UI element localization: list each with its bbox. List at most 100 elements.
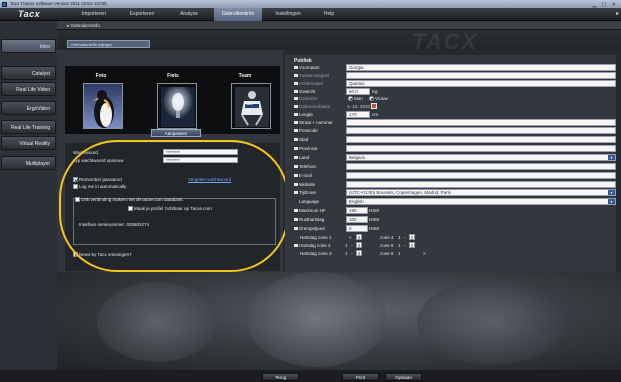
hr-zone-row2-label: Hartslag zone 2 (294, 243, 331, 248)
print-button[interactable]: Print (342, 373, 379, 381)
province-input[interactable] (346, 145, 616, 152)
website-input[interactable] (346, 181, 616, 188)
menu-instellingen[interactable]: Instellingen (266, 8, 310, 21)
tacxe-sync-checkbox[interactable] (75, 197, 80, 202)
profile-image-strip: Foto Fiets Team Tacx (65, 66, 280, 134)
threshold-input[interactable]: 0 (346, 225, 368, 232)
remember-password-checkbox[interactable] (73, 177, 78, 182)
zone3-from: 1 (345, 251, 348, 256)
gender-female-radio[interactable] (369, 96, 374, 101)
street-input[interactable] (346, 119, 616, 126)
zone6-suffix: > (423, 251, 426, 256)
last-name-input[interactable]: Quintus (346, 80, 616, 87)
gender-male-radio[interactable] (348, 96, 353, 101)
auto-login-label: Log me in automatically (79, 184, 127, 189)
interface-serial-text: Interface serienummer: 020602274 (79, 222, 150, 227)
sidebar-item-catalyst[interactable]: Catalyst (1, 66, 56, 80)
middle-name-input[interactable] (346, 72, 616, 79)
gender-male-label: Man (354, 96, 363, 101)
chevron-down-icon: ▾ (608, 155, 615, 160)
sidebar-item-intro[interactable]: Intro (1, 39, 56, 53)
team-image[interactable]: Tacx (231, 83, 271, 129)
password-input[interactable]: ******** (163, 149, 238, 155)
app-icon (2, 1, 7, 7)
back-button[interactable]: Terug (262, 373, 299, 381)
zone5-dash: - (404, 243, 406, 248)
sidebar-item-multiplayer[interactable]: Multiplayer (1, 156, 56, 170)
sidebar-item-real-life-training[interactable]: Real Life Training (1, 120, 56, 134)
zone4-to-value[interactable]: 0 (409, 234, 415, 240)
birthdate-value[interactable]: 1- 12- 2010 (347, 104, 370, 109)
window-titlebar: Tacx Trainer software Version 2011 (2010… (0, 0, 621, 8)
gender-female-label: Vrouw (375, 96, 388, 101)
max-hr-input[interactable]: 190 (346, 207, 368, 214)
height-input[interactable]: 170 (346, 111, 370, 118)
threshold-unit: HSM (369, 226, 379, 231)
birthdate-label-text: Geboortedatum (299, 104, 331, 109)
zone5-to-value[interactable]: 0 (409, 242, 415, 248)
weight-label-text: Gewicht (299, 89, 316, 94)
email-input[interactable] (346, 172, 616, 179)
window-title: Tacx Trainer software Version 2011 (2010… (10, 1, 107, 6)
zone3-to-value[interactable]: 0 (356, 250, 362, 256)
sidebar: Intro Catalyst Real Life Video ErgoVideo… (0, 21, 57, 382)
menu-exporteren[interactable]: Exporteren (120, 8, 164, 21)
postal-input[interactable] (346, 127, 616, 134)
team-heading: Team (238, 73, 252, 79)
timezone-select-value: (UTC+01:00) Brussels, Copenhagen, Madrid… (349, 190, 451, 195)
menu-help[interactable]: Help (314, 8, 344, 21)
save-button[interactable]: Opslaan (385, 373, 422, 381)
zone3-dash: - (351, 251, 353, 256)
calendar-icon[interactable] (371, 103, 377, 109)
sidebar-item-virtual-reality[interactable]: Virtual Reality (1, 136, 56, 150)
menu-importeren[interactable]: Importeren (73, 8, 115, 21)
threshold-label: Drempelpunt (294, 226, 325, 231)
public-profile-checkbox[interactable] (128, 206, 133, 211)
profile-photo[interactable] (83, 83, 123, 129)
menu-analyse[interactable]: Analyse (168, 8, 210, 21)
tacx-logo: Tacx (18, 9, 41, 19)
repeat-password-input[interactable]: ******** (163, 157, 238, 163)
phone-label-text: Telefoon (299, 164, 317, 169)
sidebar-item-real-life-video[interactable]: Real Life Video (1, 82, 56, 96)
hr-zone-row3-label: Hartslag zone 3 (300, 251, 332, 256)
newsletter-label: News by Tacx ontvangen? (79, 252, 132, 257)
zone4-dash: - (404, 235, 406, 240)
timezone-label-text: Tijdzone (299, 190, 316, 195)
team-badge-text: Tacx (245, 102, 253, 106)
zone4-label: zone 4 (380, 235, 394, 240)
city-input[interactable] (346, 136, 616, 143)
first-name-input[interactable]: Giorgia (346, 64, 616, 71)
bike-heading: Fiets (167, 73, 179, 79)
zone6-from: 1 (398, 251, 401, 256)
bike-image[interactable] (157, 83, 197, 129)
change-image-button[interactable]: Aanpassen (151, 129, 201, 137)
timezone-select[interactable]: (UTC+01:00) Brussels, Copenhagen, Madrid… (346, 189, 616, 196)
sidebar-item-ergovideo[interactable]: ErgoVideo (1, 101, 56, 115)
auto-login-checkbox[interactable] (73, 184, 78, 189)
rest-hr-input[interactable]: 100 (346, 216, 368, 223)
language-select-value: English (349, 199, 364, 204)
zone4-from: 1 (398, 235, 401, 240)
breadcrumb-bar: ▸ Gebruikersinfo (57, 21, 621, 30)
background-watermark-logo: TACX (412, 29, 479, 54)
exit-icon[interactable]: ▸ (616, 10, 619, 17)
phone-input[interactable] (346, 163, 616, 170)
weight-input[interactable]: 60.0 (346, 88, 370, 95)
province-label-text: Provincie (299, 146, 318, 151)
language-select[interactable]: English ▾ (346, 198, 616, 205)
country-select[interactable]: Belgium ▾ (346, 154, 616, 161)
last-name-label-text: Achternaam (299, 81, 324, 86)
newsletter-checkbox[interactable] (73, 252, 78, 257)
zone2-to-value[interactable]: 0 (356, 242, 362, 248)
forgot-password-link[interactable]: Vergeten wachtwoord (188, 177, 231, 182)
zone1-value[interactable]: 0 (356, 234, 362, 240)
tab-edit-user-info[interactable]: Gebruikersinfo wijzigen (67, 40, 150, 48)
birthdate-label: Geboortedatum (294, 104, 330, 109)
postal-label: Postcode (294, 128, 318, 133)
footer-bar (0, 370, 621, 382)
email-label-text: E-mail (299, 173, 312, 178)
country-select-value: Belgium (349, 155, 366, 160)
timezone-label: Tijdzone (294, 190, 316, 195)
menu-gebruikersinfo[interactable]: Gebruikersinfo (214, 8, 262, 21)
